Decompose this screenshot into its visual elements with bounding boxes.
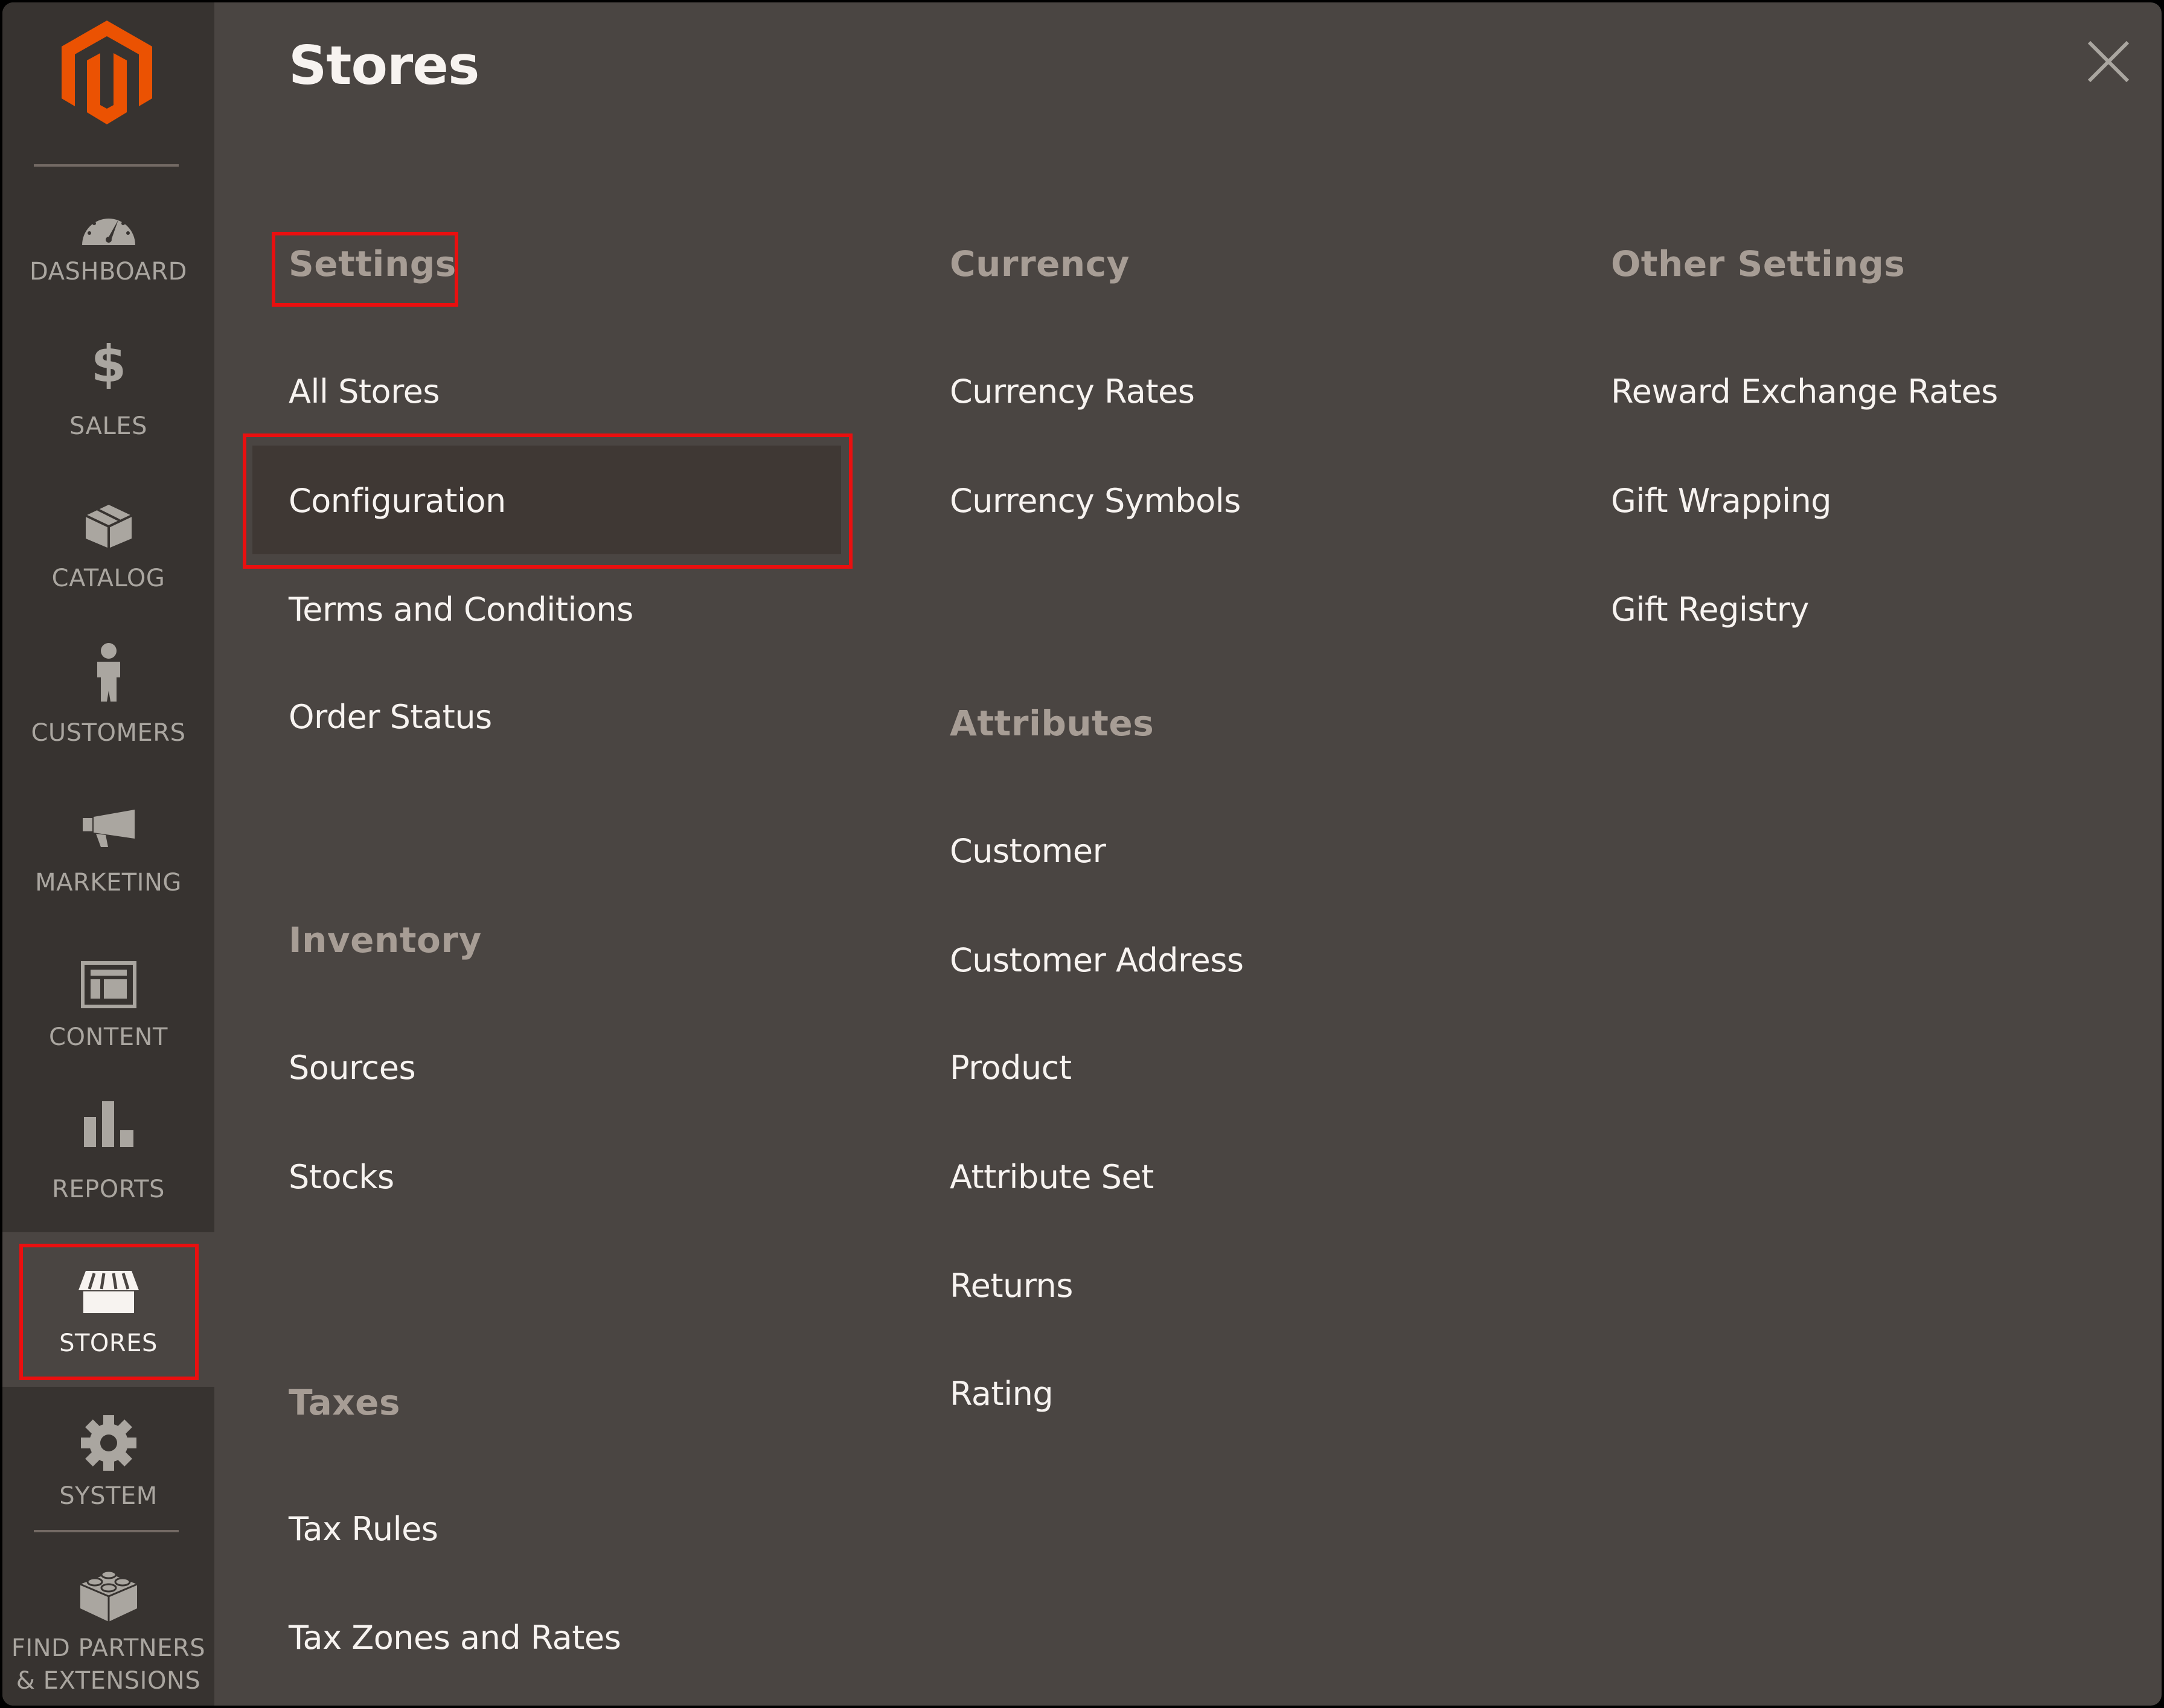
panel-title: Stores	[289, 34, 479, 97]
layout-icon	[2, 961, 214, 1008]
sidebar-item-label: CATALOG	[51, 565, 165, 592]
sidebar-item-label-line2: & EXTENSIONS	[16, 1667, 201, 1695]
gear-icon	[2, 1415, 214, 1471]
sidebar-item-dashboard[interactable]: DASHBOARD	[2, 184, 214, 304]
magento-logo-icon[interactable]	[62, 21, 152, 124]
sidebar-item-label: STORES	[59, 1329, 158, 1357]
menu-item-attr-rating[interactable]: Rating	[950, 1374, 1054, 1414]
sidebar-item-content[interactable]: CONTENT	[2, 938, 214, 1059]
sidebar-item-label: SALES	[69, 412, 147, 440]
menu-item-tax-zones-and-rates[interactable]: Tax Zones and Rates	[289, 1618, 621, 1658]
storefront-icon	[2, 1270, 214, 1314]
close-icon[interactable]	[2086, 39, 2131, 85]
menu-item-gift-wrapping[interactable]: Gift Wrapping	[1611, 481, 1832, 521]
menu-item-stocks[interactable]: Stocks	[289, 1157, 394, 1197]
menu-item-attr-returns[interactable]: Returns	[950, 1266, 1073, 1306]
menu-item-all-stores[interactable]: All Stores	[289, 372, 440, 412]
sidebar-item-label: REPORTS	[52, 1175, 165, 1203]
menu-item-currency-rates[interactable]: Currency Rates	[950, 372, 1195, 412]
dashboard-gauge-icon	[2, 206, 214, 246]
sidebar-item-customers[interactable]: CUSTOMERS	[2, 636, 214, 757]
sidebar-item-catalog[interactable]: CATALOG	[2, 485, 214, 606]
group-header-currency: Currency	[950, 243, 1130, 284]
sidebar-item-reports[interactable]: REPORTS	[2, 1089, 214, 1232]
sidebar-item-system[interactable]: SYSTEM	[2, 1397, 214, 1518]
sidebar-item-sales[interactable]: $ SALES	[2, 334, 214, 455]
menu-item-attribute-set[interactable]: Attribute Set	[950, 1157, 1154, 1197]
person-icon	[2, 642, 214, 703]
lego-brick-icon	[2, 1566, 214, 1623]
bar-chart-icon	[2, 1100, 214, 1148]
svg-text:$: $	[91, 341, 126, 389]
dollar-icon: $	[2, 341, 214, 389]
box-icon	[2, 504, 214, 549]
sidebar-item-label: SYSTEM	[59, 1482, 158, 1510]
sidebar-item-label: DASHBOARD	[30, 258, 187, 286]
sidebar-item-label: CUSTOMERS	[31, 719, 186, 747]
sidebar-divider-top	[34, 164, 179, 167]
menu-item-attr-product[interactable]: Product	[950, 1048, 1072, 1088]
sidebar-divider-bottom	[34, 1530, 179, 1532]
sidebar-item-label: CONTENT	[49, 1023, 168, 1051]
menu-item-currency-symbols[interactable]: Currency Symbols	[950, 481, 1241, 521]
menu-item-sources[interactable]: Sources	[289, 1048, 416, 1088]
sidebar-item-marketing[interactable]: MARKETING	[2, 787, 214, 908]
menu-item-configuration[interactable]: Configuration	[289, 481, 506, 521]
group-header-inventory: Inventory	[289, 920, 482, 961]
menu-item-reward-exchange-rates[interactable]: Reward Exchange Rates	[1611, 372, 1998, 412]
admin-sidebar: DASHBOARD $ SALES CATALOG CUSTOMERS MARK…	[2, 2, 214, 1706]
menu-item-gift-registry[interactable]: Gift Registry	[1611, 590, 1809, 630]
sidebar-item-label-line1: FIND PARTNERS	[11, 1634, 206, 1662]
sidebar-item-stores[interactable]: STORES	[2, 1232, 214, 1387]
sidebar-item-label: MARKETING	[35, 869, 182, 897]
menu-item-order-status[interactable]: Order Status	[289, 697, 492, 737]
menu-item-attr-customer-address[interactable]: Customer Address	[950, 941, 1244, 980]
menu-item-attr-customer[interactable]: Customer	[950, 831, 1106, 871]
admin-window: DASHBOARD $ SALES CATALOG CUSTOMERS MARK…	[2, 2, 2162, 1706]
stores-menu-panel: Stores Settings All Stores Configuration…	[214, 2, 2162, 1706]
megaphone-icon	[2, 808, 214, 848]
group-header-settings: Settings	[289, 243, 456, 284]
menu-item-tax-rules[interactable]: Tax Rules	[289, 1509, 438, 1549]
group-header-taxes: Taxes	[289, 1382, 400, 1423]
group-header-attributes: Attributes	[950, 703, 1154, 744]
group-header-other-settings: Other Settings	[1611, 243, 1906, 284]
sidebar-item-find-partners[interactable]: FIND PARTNERS & EXTENSIONS	[2, 1554, 214, 1706]
menu-item-terms-and-conditions[interactable]: Terms and Conditions	[289, 590, 633, 630]
